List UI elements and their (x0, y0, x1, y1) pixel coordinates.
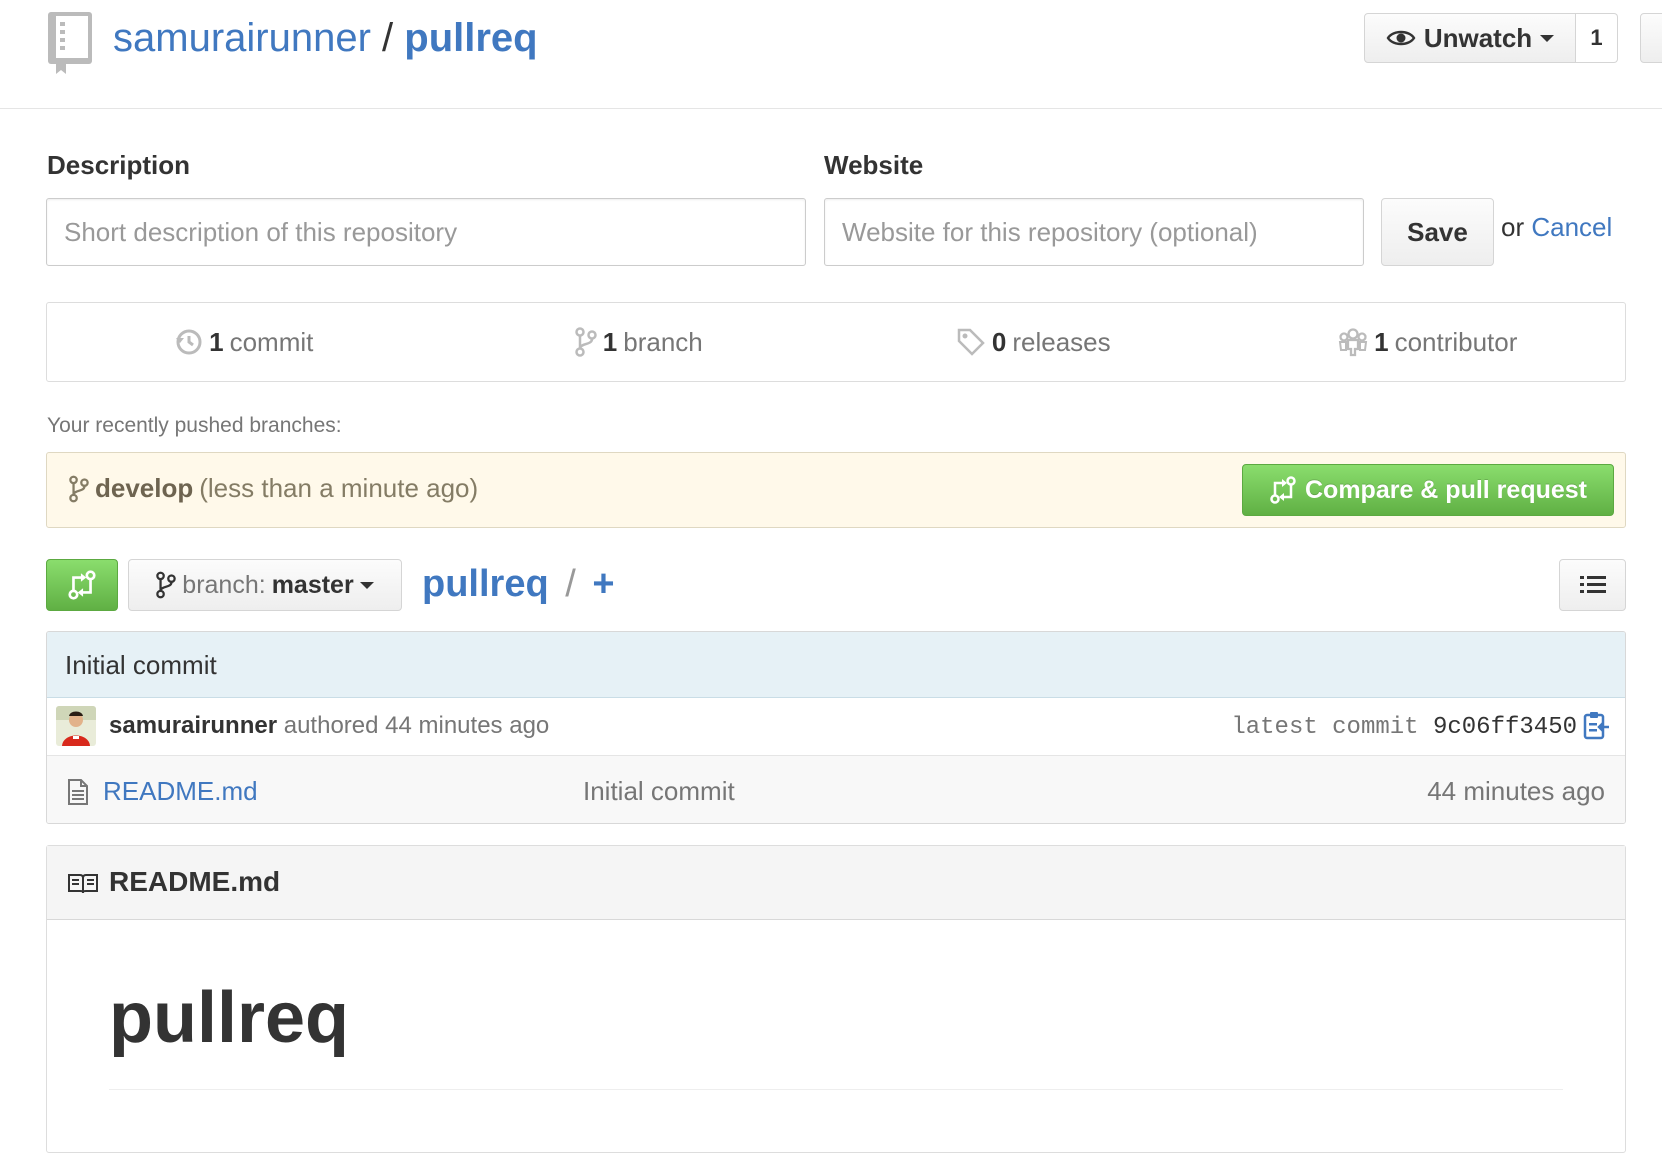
unwatch-label: Unwatch (1423, 22, 1533, 53)
branches-label: branch (623, 326, 703, 357)
book-icon (67, 873, 99, 900)
current-branch: master (271, 570, 354, 599)
commit-title-row: Initial commit (47, 632, 1625, 698)
repo-title: samurairunner / pullreq (113, 14, 538, 62)
branch-icon (69, 475, 89, 502)
repo-name-link[interactable]: pullreq (404, 16, 537, 60)
history-icon (176, 329, 202, 355)
or-text: or (1501, 212, 1525, 242)
file-age: 44 minutes ago (1427, 776, 1605, 806)
avatar[interactable] (56, 706, 96, 746)
website-label: Website (824, 150, 924, 180)
file-row: README.md Initial commit 44 minutes ago (47, 756, 1625, 823)
branch-icon (156, 571, 177, 599)
repo-summary: 1 commit 1 branch 0 releases 1 contribut… (46, 302, 1626, 382)
releases-label: releases (1012, 326, 1111, 357)
compare-pull-request-button[interactable]: Compare & pull request (1242, 464, 1614, 516)
recent-branch-time: (less than a minute ago) (199, 473, 479, 503)
readme-header: README.md (47, 846, 1625, 920)
recent-branches-label: Your recently pushed branches: (47, 414, 342, 437)
new-file-link[interactable]: + (592, 563, 614, 605)
breadcrumb: pullreq / + (422, 560, 615, 608)
repo-title-separator: / (382, 16, 394, 60)
branch-icon (575, 327, 597, 357)
caret-down-icon (1540, 35, 1555, 42)
or-cancel: or Cancel (1501, 212, 1612, 243)
star-button-partial[interactable] (1640, 13, 1662, 63)
branches-count: 1 (602, 326, 618, 357)
commit-sha-link[interactable]: 9c06ff3450 (1433, 714, 1577, 741)
file-name-link[interactable]: README.md (103, 776, 258, 807)
compare-icon (1270, 476, 1296, 504)
readme-panel: README.md pullreq (46, 845, 1626, 1153)
summary-branches[interactable]: 1 branch (442, 303, 837, 381)
recent-branch-notice: develop (less than a minute ago) Compare… (46, 452, 1626, 528)
branch-prefix: branch: (182, 570, 266, 599)
organization-icon (1338, 328, 1368, 357)
author-name[interactable]: samurairunner (109, 712, 277, 739)
watchers-count[interactable]: 1 (1576, 13, 1618, 63)
unwatch-button[interactable]: Unwatch (1364, 13, 1576, 63)
compare-pull-request-label: Compare & pull request (1305, 475, 1587, 504)
repo-owner-link[interactable]: samurairunner (113, 16, 371, 60)
readme-heading-rule (109, 1089, 1563, 1090)
readme-heading: pullreq (109, 978, 350, 1058)
summary-commits[interactable]: 1 commit (47, 303, 442, 381)
commit-message[interactable]: Initial commit (65, 650, 217, 681)
list-view-button[interactable] (1559, 559, 1626, 611)
watch-group: Unwatch 1 (1364, 13, 1618, 63)
commits-label: commit (229, 326, 314, 357)
breadcrumb-separator: / (565, 563, 576, 605)
commit-author: samurairunner authored 44 minutes ago (109, 712, 549, 740)
description-label: Description (47, 150, 191, 180)
repo-header: samurairunner / pullreq Unwatch 1 (0, 0, 1662, 109)
recent-branch: develop (less than a minute ago) (69, 473, 478, 504)
clipboard-icon[interactable] (1583, 710, 1609, 745)
contributors-count: 1 (1374, 326, 1389, 357)
latest-commit: latest commit 9c06ff3450 (1231, 714, 1577, 741)
file-text-icon (67, 778, 89, 811)
list-icon (1579, 576, 1606, 593)
branch-select-button[interactable]: branch: master (128, 559, 402, 611)
readme-title: README.md (109, 866, 281, 897)
description-input[interactable] (46, 198, 806, 266)
releases-count: 0 (991, 326, 1007, 357)
file-table: Initial commit samurairunner authored 44… (46, 631, 1626, 824)
breadcrumb-root[interactable]: pullreq (422, 563, 549, 605)
tag-icon (957, 328, 985, 356)
compare-icon (68, 570, 96, 600)
repo-book-icon (46, 10, 94, 74)
authored-time: authored 44 minutes ago (283, 712, 550, 739)
eye-icon (1386, 30, 1416, 46)
commits-count: 1 (209, 326, 224, 357)
caret-down-icon (359, 582, 374, 589)
cancel-link[interactable]: Cancel (1531, 212, 1612, 242)
compare-review-button[interactable] (46, 559, 118, 611)
contributors-label: contributor (1394, 326, 1518, 357)
recent-branch-name[interactable]: develop (95, 473, 193, 504)
save-button[interactable]: Save (1381, 198, 1494, 266)
commit-meta-row: samurairunner authored 44 minutes ago la… (47, 698, 1625, 756)
summary-releases[interactable]: 0 releases (836, 303, 1231, 381)
website-input[interactable] (824, 198, 1364, 266)
summary-contributors[interactable]: 1 contributor (1231, 303, 1626, 381)
latest-commit-label: latest commit (1231, 714, 1419, 741)
file-commit-message[interactable]: Initial commit (583, 776, 735, 807)
